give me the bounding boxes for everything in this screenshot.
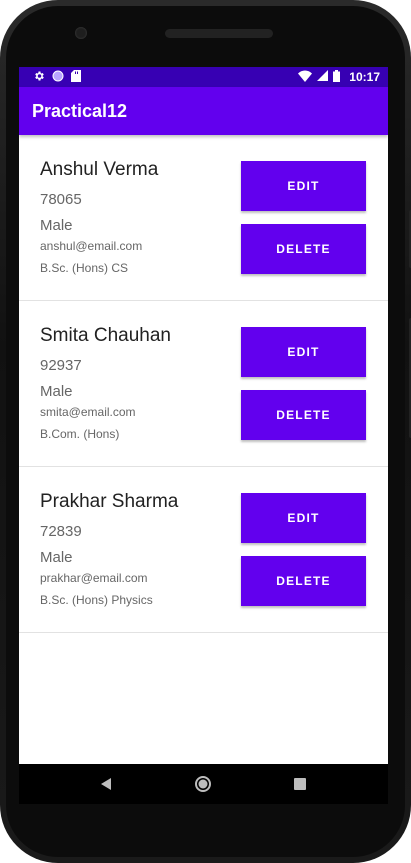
student-info: Prakhar Sharma 72839 Male prakhar@email.… [40,491,178,615]
app-bar: Practical12 [19,87,388,135]
front-camera [75,27,87,39]
wifi-icon [298,70,313,85]
student-name: Prakhar Sharma [40,491,179,512]
app-title: Practical12 [32,100,128,121]
student-info: Smita Chauhan 92937 Male smita@email.com… [40,325,171,449]
student-gender: Male [40,549,73,566]
home-icon[interactable] [188,769,218,799]
student-info: Anshul Verma 78065 Male anshul@email.com… [40,159,158,283]
settings-gear-icon [33,70,45,85]
student-email: smita@email.com [40,405,136,419]
student-name: Anshul Verma [40,159,159,180]
sd-card-icon [71,69,81,85]
student-email: prakhar@email.com [40,571,148,585]
edit-button[interactable]: EDIT [241,327,366,377]
earpiece-speaker [165,29,273,38]
student-name: Smita Chauhan [40,325,171,346]
navigation-bar [19,764,388,804]
student-course: B.Com. (Hons) [40,427,120,441]
delete-button[interactable]: DELETE [241,390,366,440]
edit-button[interactable]: EDIT [241,493,366,543]
status-right-icons: 10:17 [298,69,380,85]
student-gender: Male [40,383,73,400]
list-item: Prakhar Sharma 72839 Male prakhar@email.… [19,467,388,633]
student-phone: 72839 [40,523,82,540]
status-bar: 10:17 [19,67,388,87]
student-course: B.Sc. (Hons) Physics [40,593,153,607]
battery-icon [333,69,341,85]
student-gender: Male [40,217,73,234]
delete-button[interactable]: DELETE [241,224,366,274]
circle-icon [52,70,64,85]
list-item: Anshul Verma 78065 Male anshul@email.com… [19,135,388,301]
back-icon[interactable] [92,769,122,799]
screen: 10:17 Practical12 Anshul Verma 78065 Mal… [19,67,388,764]
signal-icon [317,70,329,84]
student-phone: 92937 [40,357,82,374]
student-list[interactable]: Anshul Verma 78065 Male anshul@email.com… [19,135,388,633]
status-left-icons [33,69,81,85]
edit-button[interactable]: EDIT [241,161,366,211]
delete-button[interactable]: DELETE [241,556,366,606]
student-course: B.Sc. (Hons) CS [40,261,129,275]
status-time: 10:17 [349,70,380,84]
student-phone: 78065 [40,191,82,208]
recents-icon[interactable] [285,769,315,799]
list-item: Smita Chauhan 92937 Male smita@email.com… [19,301,388,467]
student-email: anshul@email.com [40,239,143,253]
